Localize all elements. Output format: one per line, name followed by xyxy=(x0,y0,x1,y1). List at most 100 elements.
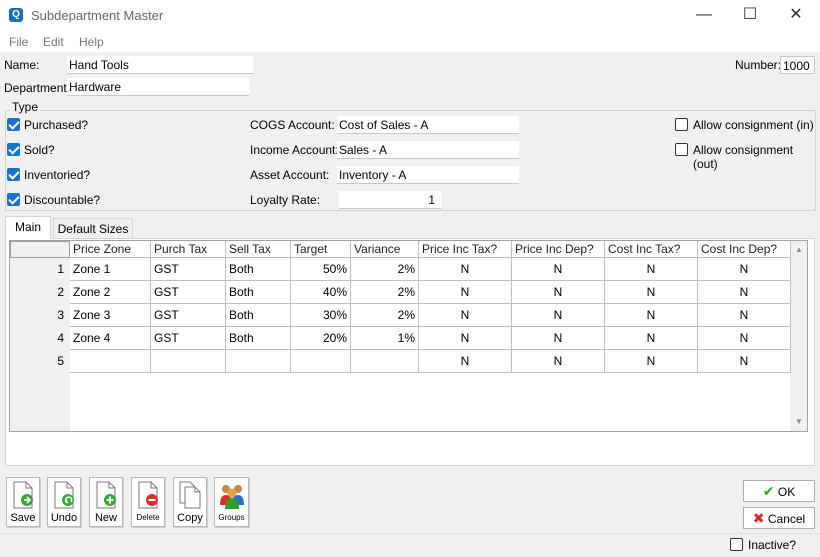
cell-price-inc-dep[interactable]: N xyxy=(512,327,605,350)
income-account-field[interactable]: Sales - A xyxy=(337,141,519,159)
minimize-button[interactable]: — xyxy=(681,0,727,32)
cell-price-zone[interactable]: Zone 3 xyxy=(70,304,151,327)
menu-file[interactable]: File xyxy=(9,35,28,49)
cell-variance[interactable] xyxy=(351,350,419,373)
undo-button[interactable]: Undo xyxy=(47,477,81,527)
menu-edit[interactable]: Edit xyxy=(43,35,64,49)
delete-button[interactable]: Delete xyxy=(131,477,165,527)
cell-purch-tax[interactable]: GST xyxy=(151,304,226,327)
grid-corner xyxy=(10,241,70,258)
tab-main[interactable]: Main xyxy=(5,216,51,239)
cell-price-inc-tax[interactable]: N xyxy=(419,350,512,373)
row-number[interactable]: 5 xyxy=(10,350,70,373)
cell-purch-tax[interactable]: GST xyxy=(151,327,226,350)
row-number[interactable]: 4 xyxy=(10,327,70,350)
name-field[interactable]: Hand Tools xyxy=(67,56,253,74)
cell-cost-inc-dep[interactable]: N xyxy=(698,327,791,350)
cell-purch-tax[interactable]: GST xyxy=(151,258,226,281)
window-title: Subdepartment Master xyxy=(31,8,164,23)
cell-variance[interactable]: 2% xyxy=(351,281,419,304)
cell-price-inc-tax[interactable]: N xyxy=(419,304,512,327)
cell-target[interactable]: 40% xyxy=(291,281,351,304)
col-header-sell-tax[interactable]: Sell Tax xyxy=(226,241,291,258)
cell-variance[interactable]: 1% xyxy=(351,327,419,350)
asset-account-field[interactable]: Inventory - A xyxy=(337,166,519,184)
col-header-cost-inc-dep[interactable]: Cost Inc Dep? xyxy=(698,241,791,258)
cell-price-zone[interactable]: Zone 1 xyxy=(70,258,151,281)
new-label: New xyxy=(94,512,117,524)
cell-sell-tax[interactable]: Both xyxy=(226,281,291,304)
cell-price-zone[interactable] xyxy=(70,350,151,373)
row-number[interactable]: 3 xyxy=(10,304,70,327)
loyalty-rate-label: Loyalty Rate: xyxy=(250,193,321,207)
scroll-up-icon[interactable]: ▲ xyxy=(795,245,803,254)
cell-price-inc-dep[interactable]: N xyxy=(512,281,605,304)
sold-checkbox[interactable] xyxy=(7,143,20,156)
ok-button[interactable]: ✔ OK xyxy=(743,480,815,502)
cogs-account-field[interactable]: Cost of Sales - A xyxy=(337,116,519,134)
purchased-checkbox[interactable] xyxy=(7,118,20,131)
cell-price-inc-dep[interactable]: N xyxy=(512,350,605,373)
groups-icon xyxy=(219,485,244,509)
col-header-cost-inc-tax[interactable]: Cost Inc Tax? xyxy=(605,241,698,258)
loyalty-rate-field[interactable]: 1 xyxy=(339,191,441,209)
cell-sell-tax[interactable]: Both xyxy=(226,327,291,350)
cell-target[interactable]: 20% xyxy=(291,327,351,350)
maximize-button[interactable]: ☐ xyxy=(727,0,773,32)
col-header-target[interactable]: Target xyxy=(291,241,351,258)
inventoried-label: Inventoried? xyxy=(24,168,91,182)
cell-sell-tax[interactable] xyxy=(226,350,291,373)
cell-cost-inc-tax[interactable]: N xyxy=(605,281,698,304)
tab-default-sizes[interactable]: Default Sizes xyxy=(53,218,133,238)
cell-sell-tax[interactable]: Both xyxy=(226,258,291,281)
groups-button[interactable]: Groups xyxy=(214,477,249,527)
cell-price-inc-tax[interactable]: N xyxy=(419,327,512,350)
new-button[interactable]: New xyxy=(89,477,123,527)
vertical-scrollbar[interactable]: ▲ ▼ xyxy=(791,241,807,431)
col-header-variance[interactable]: Variance xyxy=(351,241,419,258)
consignment-in-checkbox[interactable] xyxy=(675,118,688,131)
cell-cost-inc-dep[interactable]: N xyxy=(698,304,791,327)
cell-purch-tax[interactable] xyxy=(151,350,226,373)
close-button[interactable]: ✕ xyxy=(773,0,819,32)
cell-price-zone[interactable]: Zone 4 xyxy=(70,327,151,350)
inactive-checkbox[interactable] xyxy=(730,538,743,551)
save-button[interactable]: Save xyxy=(6,477,40,527)
cell-variance[interactable]: 2% xyxy=(351,258,419,281)
cell-cost-inc-dep[interactable]: N xyxy=(698,258,791,281)
cell-target[interactable] xyxy=(291,350,351,373)
cell-price-inc-dep[interactable]: N xyxy=(512,304,605,327)
discountable-checkbox[interactable] xyxy=(7,193,20,206)
cell-price-inc-tax[interactable]: N xyxy=(419,258,512,281)
department-field[interactable]: Hardware xyxy=(67,78,249,96)
price-zone-grid[interactable]: Price Zone Purch Tax Sell Tax Target Var… xyxy=(9,240,808,432)
cell-target[interactable]: 50% xyxy=(291,258,351,281)
cell-price-inc-tax[interactable]: N xyxy=(419,281,512,304)
col-header-price-inc-dep[interactable]: Price Inc Dep? xyxy=(512,241,605,258)
cell-purch-tax[interactable]: GST xyxy=(151,281,226,304)
copy-button[interactable]: Copy xyxy=(173,477,207,527)
col-header-price-zone[interactable]: Price Zone xyxy=(70,241,151,258)
consignment-out-checkbox[interactable] xyxy=(675,143,688,156)
cell-variance[interactable]: 2% xyxy=(351,304,419,327)
cell-cost-inc-tax[interactable]: N xyxy=(605,258,698,281)
menu-help[interactable]: Help xyxy=(79,35,104,49)
cell-cost-inc-dep[interactable]: N xyxy=(698,281,791,304)
cell-cost-inc-tax[interactable]: N xyxy=(605,350,698,373)
cell-price-inc-dep[interactable]: N xyxy=(512,258,605,281)
inventoried-checkbox[interactable] xyxy=(7,168,20,181)
number-field[interactable]: 1000 xyxy=(780,56,815,74)
cell-sell-tax[interactable]: Both xyxy=(226,304,291,327)
row-number[interactable]: 2 xyxy=(10,281,70,304)
row-number[interactable]: 1 xyxy=(10,258,70,281)
cogs-account-label: COGS Account: xyxy=(250,118,335,132)
cell-cost-inc-tax[interactable]: N xyxy=(605,327,698,350)
cell-price-zone[interactable]: Zone 2 xyxy=(70,281,151,304)
col-header-purch-tax[interactable]: Purch Tax xyxy=(151,241,226,258)
col-header-price-inc-tax[interactable]: Price Inc Tax? xyxy=(419,241,512,258)
cell-cost-inc-tax[interactable]: N xyxy=(605,304,698,327)
scroll-down-icon[interactable]: ▼ xyxy=(795,417,803,426)
cell-cost-inc-dep[interactable]: N xyxy=(698,350,791,373)
cell-target[interactable]: 30% xyxy=(291,304,351,327)
cancel-button[interactable]: ✖ Cancel xyxy=(743,507,815,529)
